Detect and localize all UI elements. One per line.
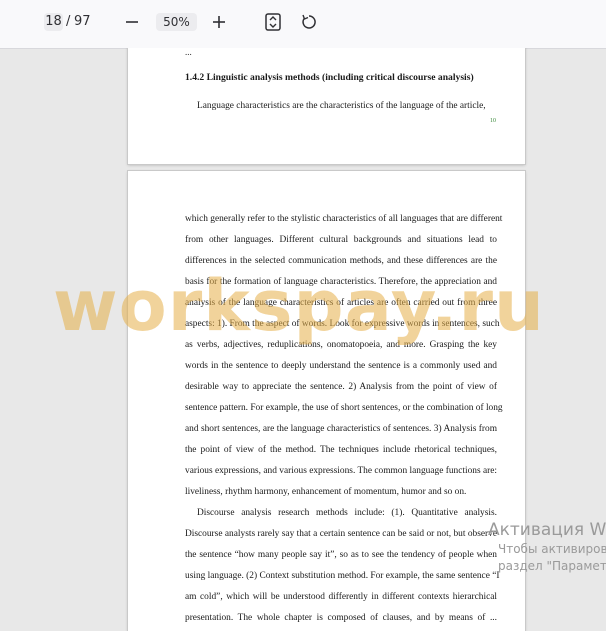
zoom-level[interactable]: 50% [156, 13, 197, 31]
text-line: Discourse analysis research methods incl… [197, 508, 497, 518]
text-line: from other languages. Different cultural… [185, 235, 497, 245]
text-line: which generally refer to the stylistic c… [185, 214, 503, 224]
pdf-toolbar: 18 / 97 50% [0, 0, 606, 49]
text-line: analysis of the language characteristics… [185, 298, 497, 308]
text-line: sentence pattern. For example, the use o… [185, 403, 503, 413]
fit-page-button[interactable] [262, 11, 284, 33]
text-line: as verbs, adjectives, reduplications, on… [185, 340, 497, 350]
zoom-in-button[interactable] [208, 11, 230, 33]
text-line: and short sentences, are the language ch… [185, 424, 497, 434]
page-total: 97 [74, 14, 91, 29]
fit-page-icon [265, 13, 281, 31]
text-line: presentation. The whole chapter is compo… [185, 613, 497, 623]
plus-icon [213, 16, 225, 28]
rotate-button[interactable] [298, 11, 320, 33]
text-line: words in the sentence to deeply understa… [185, 361, 497, 371]
minus-icon [126, 21, 138, 23]
text-line: using language. (2) Context substitution… [185, 571, 500, 581]
text-line: Discourse analysts rarely say that a cer… [185, 529, 497, 539]
text-line: differences in the selected communicatio… [185, 256, 497, 266]
text-line: the sentence “how many people say it”, s… [185, 550, 497, 560]
text-line: am cold”, which will be understood diffe… [185, 592, 497, 602]
previous-text-fragment: ... [185, 47, 192, 57]
paragraph-line: Language characteristics are the charact… [197, 101, 486, 111]
text-line: the point of view of the method. The tec… [185, 445, 497, 455]
text-line: aspects: 1). From the aspect of words. L… [185, 319, 500, 329]
text-line: liveliness, rhythm harmony, enhancement … [185, 487, 467, 497]
text-line: basis for the formation of language char… [185, 277, 497, 287]
page-separator: / [66, 14, 71, 29]
text-line: various expressions, and various express… [185, 466, 497, 476]
section-heading: 1.4.2 Linguistic analysis methods (inclu… [185, 72, 474, 83]
rotate-icon [302, 14, 316, 29]
pdf-page-current: which generally refer to the stylistic c… [128, 171, 525, 631]
page-number-input[interactable]: 18 [44, 13, 63, 31]
page-number: 10 [490, 118, 496, 124]
zoom-out-button[interactable] [121, 11, 143, 33]
text-line: desirable way to appreciate the sentence… [185, 382, 497, 392]
pdf-page-previous: ... 1.4.2 Linguistic analysis methods (i… [128, 47, 525, 164]
